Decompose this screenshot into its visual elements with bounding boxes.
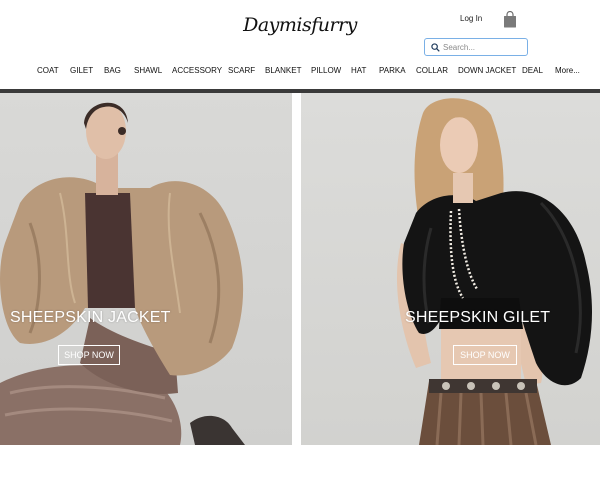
nav-item-bag[interactable]: BAG xyxy=(104,66,121,75)
shop-now-button-jacket[interactable]: SHOP NOW xyxy=(58,345,120,365)
category-nav: COAT GILET BAG SHAWL ACCESSORY SCARF BLA… xyxy=(0,66,600,80)
nav-item-gilet[interactable]: GILET xyxy=(70,66,93,75)
login-link[interactable]: Log In xyxy=(460,14,482,23)
nav-item-pillow[interactable]: PILLOW xyxy=(311,66,341,75)
model-photo-jacket xyxy=(0,102,245,445)
nav-item-shawl[interactable]: SHAWL xyxy=(134,66,162,75)
nav-item-coat[interactable]: COAT xyxy=(37,66,59,75)
site-header: Daymisfurry Log In xyxy=(0,0,600,60)
shop-now-button-gilet[interactable]: SHOP NOW xyxy=(453,345,517,365)
shopping-bag-icon[interactable] xyxy=(503,11,517,28)
nav-item-more[interactable]: More... xyxy=(555,66,580,75)
hero-title-gilet: SHEEPSKIN GILET xyxy=(405,309,551,326)
hero-banner-jacket[interactable]: SHEEPSKIN JACKET SHOP NOW xyxy=(0,93,292,445)
hero-banner-gilet[interactable]: SHEEPSKIN GILET SHOP NOW xyxy=(301,93,600,445)
nav-item-down-jacket[interactable]: DOWN JACKET xyxy=(458,66,516,75)
nav-item-hat[interactable]: HAT xyxy=(351,66,366,75)
nav-item-accessory[interactable]: ACCESSORY xyxy=(172,66,222,75)
nav-item-collar[interactable]: COLLAR xyxy=(416,66,448,75)
nav-item-deal[interactable]: DEAL xyxy=(522,66,543,75)
model-photo-gilet xyxy=(396,98,593,445)
search-icon xyxy=(431,43,440,52)
search-box[interactable] xyxy=(424,38,528,56)
nav-item-parka[interactable]: PARKA xyxy=(379,66,406,75)
nav-item-scarf[interactable]: SCARF xyxy=(228,66,255,75)
hero-title-jacket: SHEEPSKIN JACKET xyxy=(10,309,171,326)
search-input[interactable] xyxy=(443,41,525,53)
nav-item-blanket[interactable]: BLANKET xyxy=(265,66,301,75)
